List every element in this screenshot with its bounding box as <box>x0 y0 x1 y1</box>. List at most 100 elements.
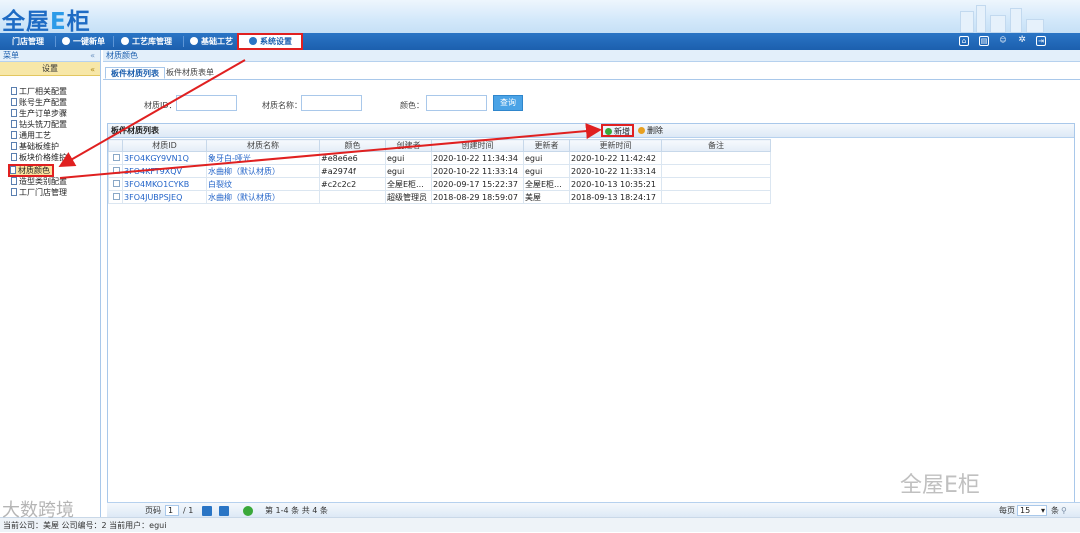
exit-icon[interactable]: ⇥ <box>1036 36 1046 46</box>
table-row[interactable]: 3FO4KFT9XQV 水曲柳（默认材质） #a2974f egui 2020-… <box>108 164 771 178</box>
cell-creator: egui <box>385 151 432 165</box>
column-header[interactable]: 材质名称 <box>206 139 320 152</box>
sidebar-item-factory-config[interactable]: 工厂相关配置 <box>11 87 67 97</box>
breadcrumb: 材质颜色 <box>103 50 1080 62</box>
last-page-icon[interactable] <box>219 506 229 516</box>
collapse-icon[interactable]: « <box>90 50 95 62</box>
watermark-right: 全屋E柜 <box>900 473 980 498</box>
pagination-bar: 页码 1 / 1 第 1-4 条 共 4 条 每页 15 ▾ 条 ⚲ <box>107 502 1080 517</box>
column-header[interactable]: 材质ID <box>122 139 207 152</box>
per-page-label: 每页 <box>999 506 1015 515</box>
cell-creator: 全屋E柜... <box>385 177 432 191</box>
delete-button[interactable]: 删除 <box>638 125 663 137</box>
sidebar-item-factory-store[interactable]: 工厂门店管理 <box>11 188 67 198</box>
sidebar-item-material-color[interactable]: 材质颜色 <box>8 164 54 177</box>
cell-color: #c2c2c2 <box>319 177 386 191</box>
cell-material-id[interactable]: 3FO4JUBPSJEQ <box>122 190 207 204</box>
next-page-icon[interactable] <box>202 506 212 516</box>
table-row[interactable]: 3FO4JUBPSJEQ 水曲柳（默认材质） 超级管理员 2018-08-29 … <box>108 190 771 204</box>
page-total: / 1 <box>183 506 194 515</box>
per-page-select[interactable]: 15 ▾ <box>1017 505 1047 516</box>
home-icon[interactable]: ⌂ <box>959 36 969 46</box>
header-decoration <box>1026 19 1044 33</box>
sidebar-section[interactable]: 设置 « <box>0 62 100 76</box>
nav-basic-craft[interactable]: 基础工艺 <box>190 33 233 50</box>
table-header-row: 材质ID 材质名称 颜色 创建者 创建时间 更新者 更新时间 备注 <box>108 139 771 152</box>
cell-updater: egui <box>523 151 570 165</box>
cell-material-id[interactable]: 3FO4MKO1CYKB <box>122 177 207 191</box>
gear-icon[interactable]: ✲ <box>1017 36 1027 46</box>
material-name-input[interactable] <box>301 95 362 111</box>
grid-header: 板件材质列表 新增 删除 <box>108 124 1074 138</box>
column-header[interactable]: 备注 <box>661 139 771 152</box>
sidebar-item-order-steps[interactable]: 生产订单步骤 <box>11 109 67 119</box>
cell-material-id[interactable]: 3FO4KGY9VN1Q <box>122 151 207 165</box>
page-label: 页码 <box>145 506 161 515</box>
row-checkbox[interactable] <box>108 177 123 191</box>
page-input[interactable]: 1 <box>165 505 179 516</box>
sidebar-item-drill-config[interactable]: 钻头铣刀配置 <box>11 120 67 130</box>
document-icon <box>11 98 17 106</box>
row-checkbox[interactable] <box>108 151 123 165</box>
search-button[interactable]: 查询 <box>493 95 523 111</box>
cell-created-at: 2020-10-22 11:34:34 <box>431 151 524 165</box>
document-icon <box>11 87 17 95</box>
nav-store-management[interactable]: 门店管理 <box>12 33 44 50</box>
sidebar-item-account-production[interactable]: 账号生产配置 <box>11 98 67 108</box>
refresh-icon[interactable] <box>243 506 253 516</box>
header-decoration <box>1010 8 1022 33</box>
row-checkbox[interactable] <box>108 190 123 204</box>
cell-updater: 全屋E柜... <box>523 177 570 191</box>
sidebar-item-board-price[interactable]: 板块价格维护 <box>11 153 67 163</box>
material-grid: 板件材质列表 新增 删除 材质ID 材质名称 颜色 创建者 创建时间 更新者 更… <box>107 123 1075 517</box>
nav-new-order[interactable]: 一键新单 <box>62 33 105 50</box>
cell-color: #e8e6e6 <box>319 151 386 165</box>
delete-icon <box>638 127 645 134</box>
user-icon[interactable]: ☺ <box>998 36 1008 46</box>
cell-updated-at: 2020-10-22 11:33:14 <box>569 164 662 178</box>
column-header-select <box>108 139 123 152</box>
row-checkbox[interactable] <box>108 164 123 178</box>
check-icon <box>62 37 70 45</box>
add-button[interactable]: 新增 <box>601 124 634 137</box>
sidebar-item-shape-category[interactable]: 造型类别配置 <box>11 177 67 187</box>
table-row[interactable]: 3FO4KGY9VN1Q 象牙白-哑光 #e8e6e6 egui 2020-10… <box>108 151 771 165</box>
column-header[interactable]: 创建时间 <box>431 139 524 152</box>
column-header[interactable]: 更新者 <box>523 139 570 152</box>
nav-craft-library[interactable]: 工艺库管理 <box>121 33 172 50</box>
nav-divider <box>55 36 56 47</box>
chevron-down-icon: ▾ <box>1040 506 1045 515</box>
nav-system-settings[interactable]: 系统设置 <box>237 33 303 50</box>
cell-remark <box>661 177 771 191</box>
per-page-unit: 条 <box>1051 506 1059 515</box>
header-decoration <box>990 15 1006 33</box>
tab-material-form[interactable]: 板件材质表单 <box>161 67 219 79</box>
cell-updater: egui <box>523 164 570 178</box>
cell-material-name[interactable]: 白裂纹 <box>206 177 320 191</box>
cell-creator: egui <box>385 164 432 178</box>
cell-material-name[interactable]: 象牙白-哑光 <box>206 151 320 165</box>
material-id-input[interactable] <box>176 95 237 111</box>
book-icon[interactable]: ▤ <box>979 36 989 46</box>
search-icon[interactable]: ⚲ <box>1061 506 1067 516</box>
cell-material-name[interactable]: 水曲柳（默认材质） <box>206 190 320 204</box>
material-id-label: 材质ID： <box>144 101 177 110</box>
table-row[interactable]: 3FO4MKO1CYKB 白裂纹 #c2c2c2 全屋E柜... 2020-09… <box>108 177 771 191</box>
tab-material-list[interactable]: 板件材质列表 <box>105 67 165 79</box>
document-icon <box>10 166 16 174</box>
document-icon <box>11 109 17 117</box>
chevron-up-icon[interactable]: « <box>90 63 95 77</box>
column-header[interactable]: 更新时间 <box>569 139 662 152</box>
cell-material-id[interactable]: 3FO4KFT9XQV <box>122 164 207 178</box>
document-icon <box>11 131 17 139</box>
grid-title: 板件材质列表 <box>111 126 159 135</box>
sidebar-item-general-craft[interactable]: 通用工艺 <box>11 131 51 141</box>
sidebar-header: 菜单 « <box>0 50 100 62</box>
gear-icon <box>190 37 198 45</box>
cell-material-name[interactable]: 水曲柳（默认材质） <box>206 164 320 178</box>
column-header[interactable]: 创建者 <box>385 139 432 152</box>
cell-color: #a2974f <box>319 164 386 178</box>
sidebar-item-base-board[interactable]: 基础板维护 <box>11 142 59 152</box>
color-input[interactable] <box>426 95 487 111</box>
column-header[interactable]: 颜色 <box>319 139 386 152</box>
